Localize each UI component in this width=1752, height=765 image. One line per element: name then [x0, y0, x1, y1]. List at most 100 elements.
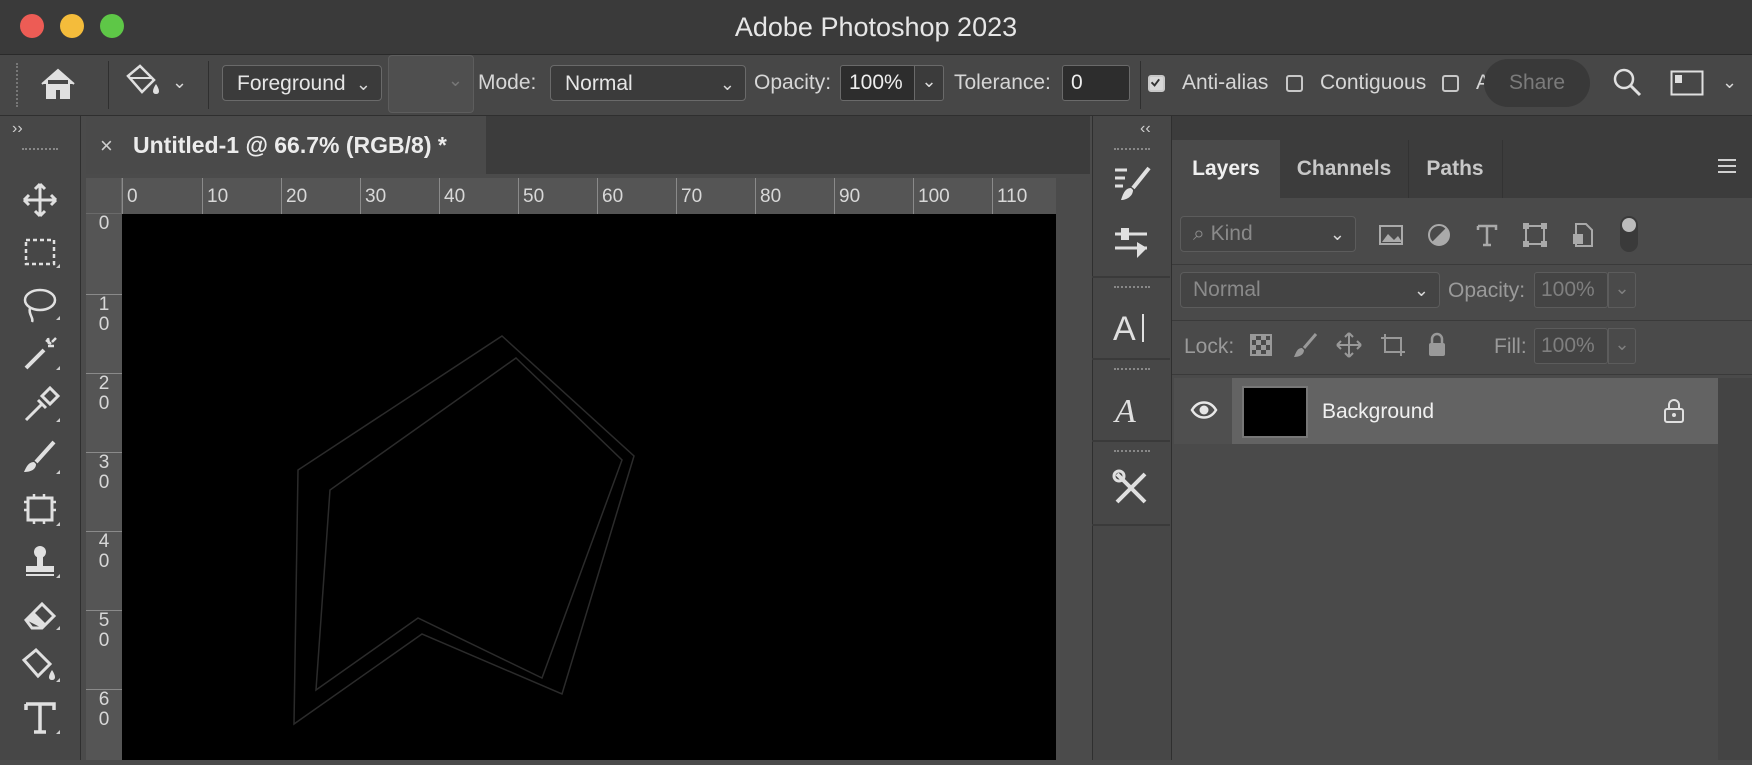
lasso-icon[interactable] — [18, 282, 62, 326]
collapse-panels-icon[interactable]: ‹‹ — [1140, 120, 1151, 138]
stamp-icon[interactable] — [18, 540, 62, 584]
pattern-picker[interactable]: ⌄ — [388, 55, 474, 113]
chevron-down-icon: ⌄ — [1413, 280, 1429, 300]
search-icon: ⌕ — [1193, 222, 1205, 245]
panel-group-grip[interactable] — [1114, 368, 1150, 376]
contiguous-checkbox[interactable] — [1286, 75, 1303, 92]
ruler-origin[interactable] — [86, 178, 122, 214]
chevron-down-icon: ⌄ — [447, 70, 463, 90]
ruler-tick: 20 — [281, 178, 307, 214]
fill-input[interactable]: 100% — [1534, 328, 1608, 364]
move-icon[interactable] — [18, 178, 62, 222]
adjustments-icon[interactable] — [1107, 218, 1155, 266]
lock-image-pixels-icon[interactable] — [1290, 330, 1320, 360]
panel-header-bar — [1172, 116, 1752, 140]
workspace-chevron-icon[interactable]: ⌄ — [1722, 72, 1737, 93]
toolbar-grip[interactable] — [22, 148, 58, 154]
character-icon[interactable]: A — [1107, 302, 1155, 350]
tab-layers[interactable]: Layers — [1172, 140, 1280, 198]
brush-settings-icon[interactable] — [1107, 160, 1155, 208]
lock-transparent-pixels-icon[interactable] — [1246, 330, 1276, 360]
chevron-down-icon: ⌄ — [719, 74, 735, 94]
svg-text:A: A — [1113, 310, 1136, 348]
frame-icon[interactable] — [18, 488, 62, 532]
divider — [1092, 440, 1170, 442]
layer-name: Background — [1322, 400, 1435, 423]
divider — [1092, 524, 1170, 526]
ruler-tick: 10 — [202, 178, 228, 214]
chevron-down-icon: ⌄ — [1329, 224, 1345, 244]
type-icon[interactable] — [18, 696, 62, 740]
tab-channels[interactable]: Channels — [1280, 140, 1409, 198]
brush-icon[interactable] — [18, 436, 62, 480]
canvas-shape-outline — [293, 335, 635, 726]
adjustment-layer-filter-icon[interactable] — [1424, 220, 1454, 250]
rectangular-marquee-icon[interactable] — [18, 230, 62, 274]
ruler-tick: 60 — [597, 178, 623, 214]
tool-preset-chevron-icon[interactable]: ⌄ — [172, 72, 187, 93]
opacity-input[interactable]: 100% — [840, 65, 916, 101]
divider — [108, 61, 109, 109]
ruler-tick: 110 — [992, 178, 1027, 214]
magic-wand-icon[interactable] — [18, 332, 62, 376]
ruler-tick: 90 — [834, 178, 860, 214]
type-layer-filter-icon[interactable] — [1472, 220, 1502, 250]
anti-alias-checkbox[interactable] — [1148, 75, 1165, 92]
close-tab-icon[interactable]: × — [100, 133, 113, 159]
lock-artboard-icon[interactable] — [1378, 330, 1408, 360]
opacity-label: Opacity: — [754, 71, 832, 94]
blend-mode-dropdown[interactable]: Normal ⌄ — [1180, 272, 1440, 308]
ruler-tick: 5 0 — [86, 610, 122, 651]
fill-slider-toggle[interactable]: ⌄ — [1608, 328, 1636, 364]
eye-icon[interactable] — [1190, 398, 1218, 422]
pasteboard — [1056, 174, 1090, 760]
divider — [1172, 264, 1752, 265]
share-button[interactable]: Share — [1484, 59, 1590, 107]
blend-mode-value: Normal — [1193, 278, 1261, 301]
layer-opacity-slider-toggle[interactable]: ⌄ — [1608, 272, 1636, 308]
eyedropper-icon[interactable] — [18, 384, 62, 428]
document-canvas[interactable] — [122, 214, 1056, 760]
home-icon[interactable] — [38, 64, 78, 104]
all-layers-checkbox[interactable] — [1442, 75, 1459, 92]
glyphs-icon[interactable]: A — [1107, 384, 1155, 432]
ruler-tick: 70 — [676, 178, 702, 214]
panel-menu-icon[interactable] — [1716, 156, 1738, 176]
panel-group-grip[interactable] — [1114, 450, 1150, 458]
ruler-tick: 50 — [518, 178, 544, 214]
lock-label: Lock: — [1184, 335, 1235, 358]
tool-presets-icon[interactable] — [1107, 464, 1155, 512]
mode-label: Mode: — [478, 71, 537, 94]
panel-group-grip[interactable] — [1114, 286, 1150, 294]
fill-source-dropdown[interactable]: Foreground ⌄ — [222, 65, 382, 101]
eraser-icon[interactable] — [18, 592, 62, 636]
divider — [1172, 320, 1752, 321]
search-icon[interactable] — [1612, 67, 1642, 97]
layer-filter-kind-dropdown[interactable]: ⌕ Kind ⌄ — [1180, 216, 1356, 252]
filter-toggle-switch[interactable] — [1620, 216, 1638, 252]
lock-position-icon[interactable] — [1334, 330, 1364, 360]
lock-all-icon[interactable] — [1422, 330, 1452, 360]
mode-dropdown[interactable]: Normal ⌄ — [550, 65, 746, 101]
workspace-icon[interactable] — [1670, 70, 1704, 96]
ruler-tick: 100 — [913, 178, 950, 214]
paint-bucket-tool-preset-icon[interactable] — [122, 62, 166, 102]
options-bar-grip[interactable] — [16, 63, 24, 107]
tolerance-input[interactable]: 0 — [1062, 65, 1130, 101]
layer-opacity-input[interactable]: 100% — [1534, 272, 1608, 308]
layer-lock-icon[interactable] — [1662, 398, 1686, 424]
expand-toolbar-icon[interactable]: ›› — [12, 120, 23, 138]
opacity-slider-toggle[interactable]: ⌄ — [914, 65, 944, 101]
divider — [1140, 61, 1141, 109]
pixel-layer-filter-icon[interactable] — [1376, 220, 1406, 250]
ruler-tick: 3 0 — [86, 452, 122, 493]
shape-layer-filter-icon[interactable] — [1520, 220, 1550, 250]
layers-scrollbar[interactable] — [1718, 378, 1752, 760]
vertical-ruler[interactable]: 0 1 0 2 0 3 0 4 0 5 0 6 0 — [86, 214, 123, 760]
panel-icon-strip — [1092, 116, 1172, 760]
smart-object-filter-icon[interactable] — [1568, 220, 1598, 250]
horizontal-ruler[interactable]: 0 10 20 30 40 50 60 70 80 90 100 110 — [86, 178, 1056, 215]
tab-paths[interactable]: Paths — [1408, 140, 1503, 198]
paint-bucket-icon[interactable] — [18, 644, 62, 688]
panel-group-grip[interactable] — [1114, 148, 1150, 156]
